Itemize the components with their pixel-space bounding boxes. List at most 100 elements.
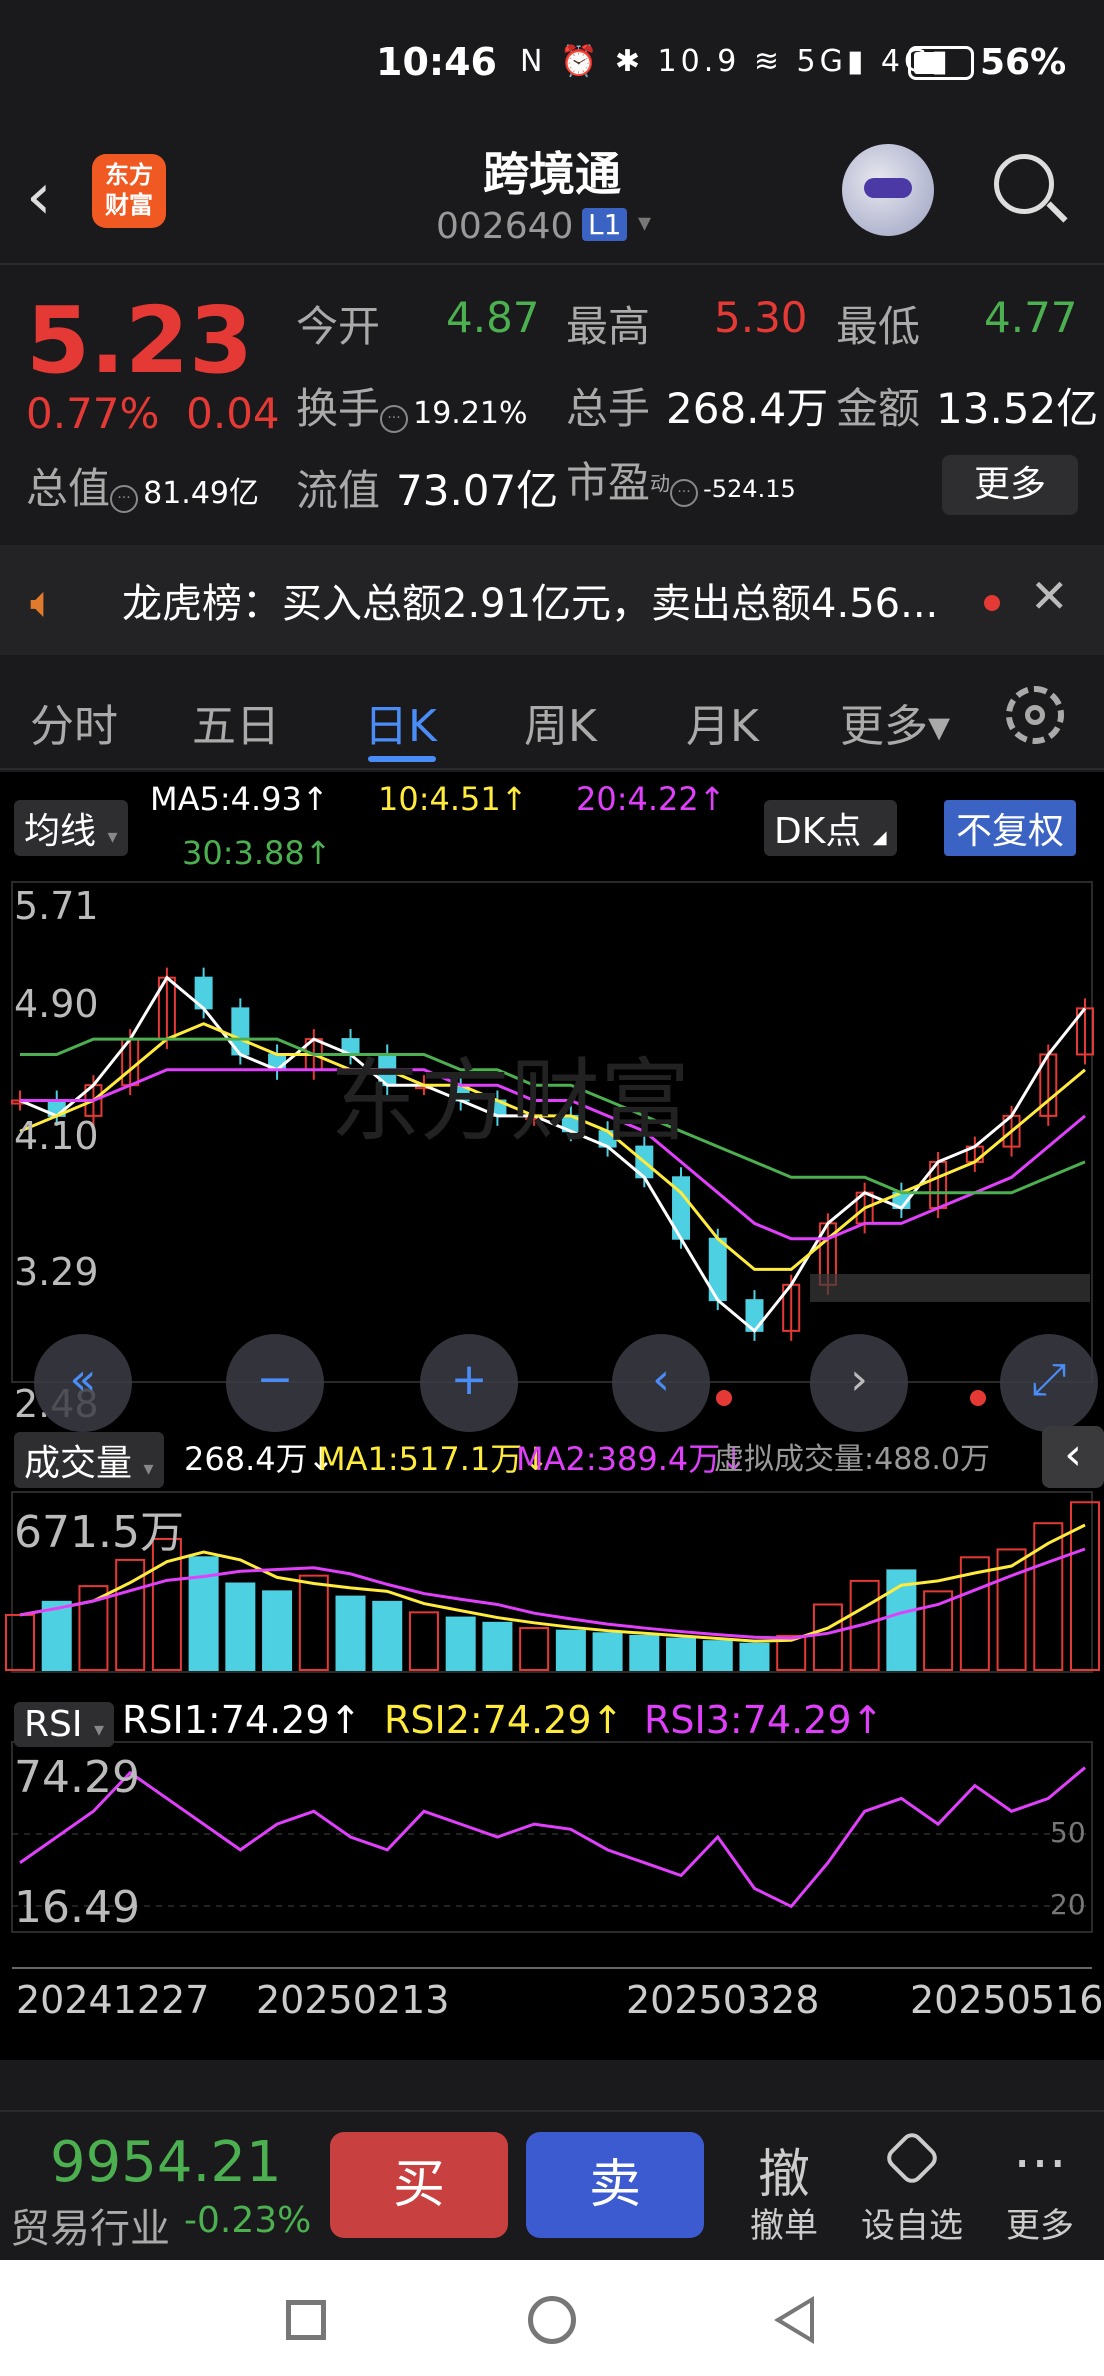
system-nav-bar (0, 2260, 1104, 2376)
turnover-field: 换手 ··· 19.21% (296, 384, 528, 433)
volume-bar (666, 1637, 697, 1672)
rsi1-label: RSI1:74.29↑ (122, 1698, 362, 1742)
scroll-left-button[interactable]: ‹ (612, 1334, 710, 1432)
search-icon[interactable] (994, 154, 1068, 223)
chevron-down-icon[interactable]: ▾ (638, 208, 651, 238)
more-quote-button[interactable]: 更多 (942, 455, 1078, 515)
stock-header: ‹ 东方 财富 跨境通 002640 L1 ▾ (0, 130, 1104, 265)
high-value: 5.30 (714, 293, 808, 342)
volume-bar (262, 1590, 293, 1671)
assistant-robot-icon[interactable] (842, 144, 934, 236)
sector-index-value[interactable]: 9954.21 (50, 2130, 282, 2195)
volume-bar (555, 1629, 586, 1672)
volume-bar (702, 1640, 733, 1671)
watchlist-icon (852, 2128, 972, 2198)
volume-ma1: MA1:517.1万↓ (318, 1440, 550, 1478)
dragon-tiger-banner[interactable]: 🔈︎ 龙虎榜：买入总额2.91亿元，卖出总额4.56... ✕ (0, 545, 1104, 655)
tab-weekly-k[interactable]: 周K (524, 690, 597, 754)
date-label: 20250516 (910, 1978, 1104, 2022)
volume-bar (812, 1603, 843, 1671)
more-actions-button[interactable]: ··· 更多 (980, 2132, 1100, 2247)
volume-max-label: 671.5万 (14, 1507, 184, 1558)
price-change: 0.77% 0.04 (26, 389, 280, 438)
cancel-order-icon: 撤 (757, 2145, 810, 2205)
volume-bar (519, 1627, 550, 1671)
tab-five-day[interactable]: 五日 (192, 690, 280, 754)
volume-bar (592, 1632, 623, 1671)
sector-name[interactable]: 贸易行业 (10, 2196, 170, 2254)
quote-panel: 5.23 0.77% 0.04 总值 ··· 81.49亿 今开 4.87 最高 … (0, 267, 1104, 525)
y-label: 4.90 (14, 982, 99, 1026)
clock: 10:46 (376, 40, 497, 84)
volume-bar (629, 1634, 660, 1671)
scroll-right-button[interactable]: › (810, 1334, 908, 1432)
back-icon[interactable] (774, 2296, 814, 2344)
volume-bar (335, 1595, 366, 1671)
tab-daily-k[interactable]: 日K (364, 690, 437, 754)
rsi-selector[interactable]: RSI ▾ (14, 1702, 114, 1747)
info-icon: ··· (110, 484, 139, 513)
add-watchlist-button[interactable]: 设自选 (852, 2128, 972, 2247)
status-bar: 10:46 N ⏰ ✱ 10.9 ≋ 5G▮ 4G▮ 56% (0, 0, 1104, 130)
sector-change: -0.23% (184, 2200, 312, 2241)
date-label: 20250213 (256, 1978, 450, 2022)
date-label: 20241227 (16, 1978, 210, 2022)
kline-svg: 东方财富 (5, 881, 1100, 1969)
date-label: 20250328 (626, 1978, 820, 2022)
rsi-bottom-label: 16.49 (14, 1882, 140, 1933)
volume-selector[interactable]: 成交量 ▾ (14, 1432, 164, 1488)
banner-text[interactable]: 龙虎榜：买入总额2.91亿元，卖出总额4.56... (122, 571, 938, 629)
volume-bar (1070, 1501, 1100, 1672)
recent-apps-icon[interactable] (286, 2300, 326, 2340)
tab-more[interactable]: 更多▾ (840, 690, 950, 754)
speaker-icon: 🔈︎ (30, 577, 57, 628)
home-icon[interactable] (528, 2296, 576, 2344)
y-label: 4.10 (14, 1114, 99, 1158)
battery-percent: 56% (980, 42, 1067, 83)
scroll-left-fast-button[interactable]: « (34, 1334, 132, 1432)
mktcap-field: 总值 ··· 81.49亿 (26, 464, 259, 513)
rsi-level-50: 50 (1050, 1816, 1086, 1849)
signal-dot (716, 1390, 732, 1406)
low-value: 4.77 (984, 293, 1078, 342)
battery-icon (908, 46, 974, 80)
info-icon: ··· (380, 404, 409, 433)
volume-bar (445, 1616, 476, 1671)
stock-code: 002640 (436, 206, 574, 247)
volume-value: 268.4万 (666, 384, 829, 433)
volume-bar (739, 1642, 770, 1672)
y-label: 5.71 (14, 884, 99, 928)
rsi-top-label: 74.29 (14, 1752, 140, 1803)
float-value: 73.07亿 (396, 466, 559, 515)
volume-label: 总手 (566, 384, 651, 433)
rsi-level-20: 20 (1050, 1888, 1086, 1921)
virtual-volume: 虚拟成交量:488.0万 (714, 1442, 990, 1477)
chart-tabs: 分时 五日 日K 周K 月K 更多▾ (0, 660, 1104, 770)
tab-intraday[interactable]: 分时 (30, 690, 118, 754)
rsi-line (19, 1766, 1086, 1909)
fullscreen-button[interactable]: ⤢ (1000, 1334, 1098, 1432)
rsi2-label: RSI2:74.29↑ (384, 1698, 624, 1742)
chart-area: 均线 ▾ MA5:4.93↑ 10:4.51↑ 20:4.22↑ 30:3.88… (0, 772, 1104, 2060)
sell-button[interactable]: 卖 (526, 2132, 704, 2238)
volume-bar (5, 1613, 35, 1671)
collapse-panel-button[interactable]: ‹ (1042, 1426, 1104, 1488)
active-tab-indicator (368, 756, 436, 762)
zoom-in-button[interactable]: + (420, 1334, 518, 1432)
float-label: 流值 (296, 466, 381, 515)
current-price: 5.23 (26, 287, 253, 394)
tab-monthly-k[interactable]: 月K (686, 690, 759, 754)
volume-bar (225, 1582, 256, 1672)
signal-dot (970, 1390, 986, 1406)
zoom-out-button[interactable]: − (226, 1334, 324, 1432)
level-badge[interactable]: L1 (582, 208, 628, 241)
more-dots-icon: ··· (1013, 2132, 1067, 2197)
cancel-order-button[interactable]: 撤 撤单 (724, 2132, 844, 2247)
buy-button[interactable]: 买 (330, 2132, 508, 2238)
volume-bar (408, 1611, 439, 1672)
svg-text:东方财富: 东方财富 (330, 1049, 690, 1154)
gear-icon[interactable] (1006, 686, 1064, 744)
close-icon[interactable]: ✕ (1030, 569, 1069, 623)
bottom-trade-bar: 9954.21 贸易行业 -0.23% 买 卖 撤 撤单 设自选 ··· 更多 (0, 2110, 1104, 2260)
amount-value: 13.52亿 (936, 384, 1099, 433)
